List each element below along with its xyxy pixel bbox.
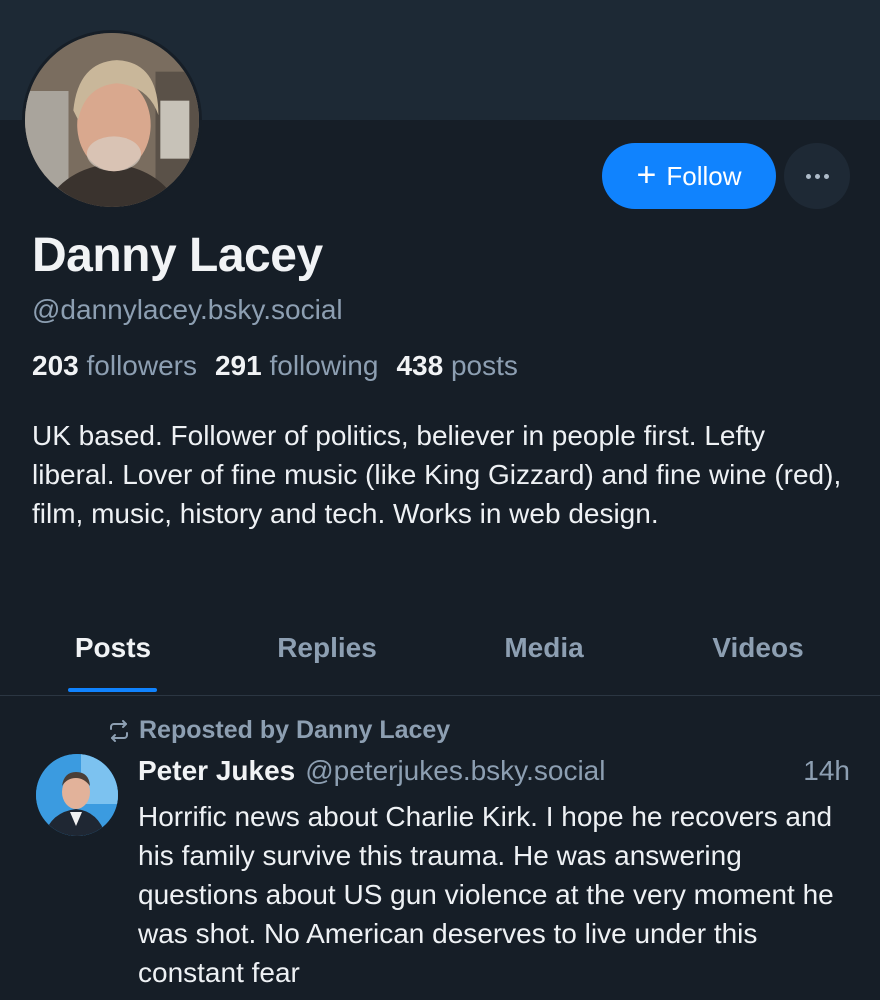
repost-indicator[interactable]: Reposted by Danny Lacey [107, 716, 450, 745]
more-options-button[interactable] [784, 143, 850, 209]
profile-avatar[interactable] [22, 30, 202, 210]
post-author-handle[interactable]: @peterjukes.bsky.social [305, 755, 605, 787]
profile-bio: UK based. Follower of politics, believer… [32, 420, 842, 529]
follow-button[interactable]: + Follow [602, 143, 776, 209]
active-tab-indicator [68, 688, 157, 692]
tab-media[interactable]: Media [504, 632, 583, 664]
post-text[interactable]: Horrific news about Charlie Kirk. I hope… [138, 797, 848, 992]
profile-handle: @dannylacey.bsky.social [32, 294, 343, 325]
followers-label: followers [86, 350, 197, 381]
posts-stat: 438 posts [396, 350, 517, 382]
following-stat[interactable]: 291 following [215, 350, 378, 382]
profile-photo [25, 33, 199, 207]
plus-icon: + [636, 155, 657, 194]
tab-replies[interactable]: Replies [277, 632, 377, 664]
repost-label: Reposted by Danny Lacey [139, 716, 451, 744]
post-author-name[interactable]: Peter Jukes [138, 755, 295, 787]
ellipsis-dot [814, 173, 820, 179]
posts-label: posts [450, 350, 518, 381]
post-header: Peter Jukes @peterjukes.bsky.social [138, 755, 605, 787]
ellipsis-dot [823, 173, 829, 179]
repost-icon [110, 719, 128, 742]
profile-tabs: Posts Replies Media Videos [0, 610, 880, 696]
followers-stat[interactable]: 203 followers [32, 350, 197, 382]
following-count: 291 [214, 350, 262, 381]
tab-videos[interactable]: Videos [712, 632, 803, 664]
tab-posts[interactable]: Posts [75, 632, 151, 664]
post-timestamp[interactable]: 14h [803, 755, 850, 787]
follow-button-label: Follow [666, 160, 742, 191]
author-photo [36, 754, 118, 836]
post-author-avatar[interactable] [36, 754, 118, 836]
following-label: following [269, 350, 379, 381]
profile-stats: 203 followers 291 following 438 posts [32, 350, 518, 382]
followers-count: 203 [32, 350, 79, 381]
display-name: Danny Lacey [32, 229, 323, 282]
ellipsis-icon [805, 173, 811, 179]
posts-count: 438 [396, 350, 444, 381]
